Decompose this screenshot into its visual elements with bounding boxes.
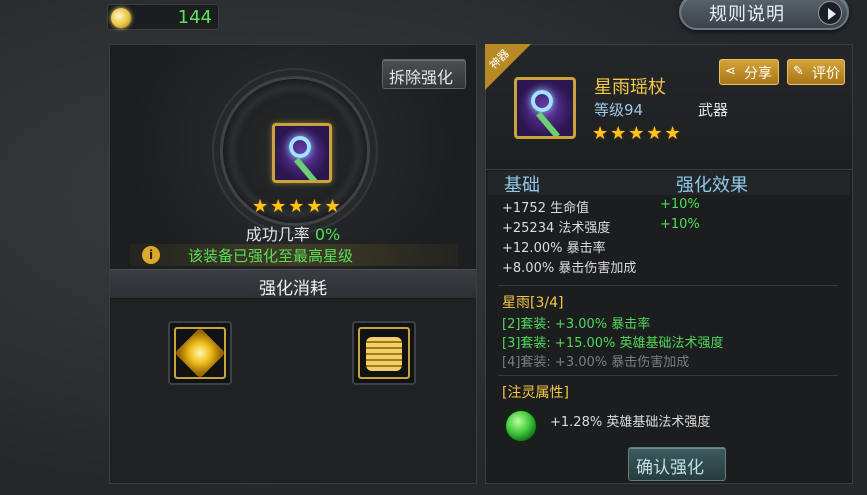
item-star-rating: ★★★★★: [592, 123, 683, 144]
item-name: 星雨瑶杖: [594, 77, 666, 98]
review-button[interactable]: ✎ 评价: [787, 59, 845, 85]
item-header: 神器 星雨瑶杖 等级94 武器 ★★★★★ ⋖ 分享 ✎ 评价: [485, 44, 852, 170]
info-icon: i: [142, 246, 160, 264]
edit-icon: ✎: [793, 64, 804, 79]
spirit-attribute: +1.28% 英雄基础法术强度: [550, 415, 711, 430]
set-bonus-line: [4]套装: +3.00% 暴击伤害加成: [502, 355, 690, 370]
success-rate-value: 0%: [314, 225, 341, 244]
share-label: 分享: [744, 66, 772, 82]
item-type: 武器: [698, 101, 729, 119]
base-stats-header: 基础: [504, 175, 540, 196]
share-button[interactable]: ⋖ 分享: [719, 59, 779, 85]
confirm-enhance-button[interactable]: 确认强化: [628, 447, 726, 481]
currency-display: 144: [107, 4, 219, 30]
enhance-panel: 拆除强化 ★ ★★★★★ 成功几率 0% i 该装备已强化至最高星级 强化消耗: [109, 44, 477, 484]
staff-shaft-icon: [294, 157, 318, 180]
rules-button[interactable]: 规则说明: [679, 0, 849, 30]
cost-item-frame: [358, 327, 410, 379]
cost-header: 强化消耗: [110, 269, 476, 299]
enhance-stone-icon: [174, 327, 226, 379]
stat-bonus: +10%: [660, 217, 700, 232]
enhance-effect-header: 强化效果: [676, 175, 748, 196]
cost-item-enhance-stone[interactable]: [168, 321, 232, 385]
share-icon: ⋖: [725, 64, 736, 79]
cost-item-frame: [174, 327, 226, 379]
max-star-text: 该装备已强化至最高星级: [188, 247, 354, 265]
stat-row: +12.00% 暴击率: [502, 241, 606, 256]
item-details-panel: 神器 星雨瑶杖 等级94 武器 ★★★★★ ⋖ 分享 ✎ 评价 基础 强化效果 …: [485, 44, 853, 484]
spirit-gem-icon: [504, 409, 538, 443]
divider: [498, 375, 838, 376]
staff-icon: [531, 90, 553, 112]
remove-enhance-label: 拆除强化: [389, 68, 454, 87]
cost-title: 强化消耗: [259, 279, 327, 299]
confirm-enhance-label: 确认强化: [636, 458, 704, 478]
staff-shaft-icon: [536, 111, 560, 136]
currency-value: 144: [177, 7, 212, 28]
set-title: 星雨[3/4]: [502, 295, 564, 311]
remove-enhance-button[interactable]: 拆除强化: [382, 59, 466, 89]
item-level: 等级94: [594, 101, 644, 119]
stats-header: 基础 强化效果: [488, 171, 850, 196]
stat-bonus: +10%: [660, 197, 700, 212]
item-icon[interactable]: [514, 77, 576, 139]
stat-row: +8.00% 暴击伤害加成: [502, 261, 637, 276]
stat-row: +25234 法术强度: [502, 221, 611, 236]
set-bonus-line: [3]套装: +15.00% 英雄基础法术强度: [502, 336, 724, 351]
set-bonus-line: [2]套装: +3.00% 暴击率: [502, 317, 651, 332]
gold-coin-icon: [111, 8, 131, 28]
review-label: 评价: [812, 66, 840, 82]
cost-item-gold[interactable]: [352, 321, 416, 385]
max-star-notice: i 该装备已强化至最高星级: [130, 244, 458, 266]
divider: [498, 285, 838, 286]
staff-icon: [289, 136, 311, 158]
gold-coins-icon: [366, 337, 402, 371]
success-rate-label: 成功几率: [245, 225, 310, 244]
play-arrow-icon: [818, 1, 842, 25]
equipment-slot[interactable]: [272, 123, 332, 183]
star-rating: ★★★★★: [252, 196, 343, 217]
success-rate: 成功几率 0%: [110, 221, 476, 245]
spirit-title: [注灵属性]: [502, 385, 569, 401]
stat-row: +1752 生命值: [502, 201, 590, 216]
rules-label: 规则说明: [709, 4, 785, 25]
enhance-display: 拆除强化 ★ ★★★★★ 成功几率 0% i 该装备已强化至最高星级: [110, 45, 476, 269]
